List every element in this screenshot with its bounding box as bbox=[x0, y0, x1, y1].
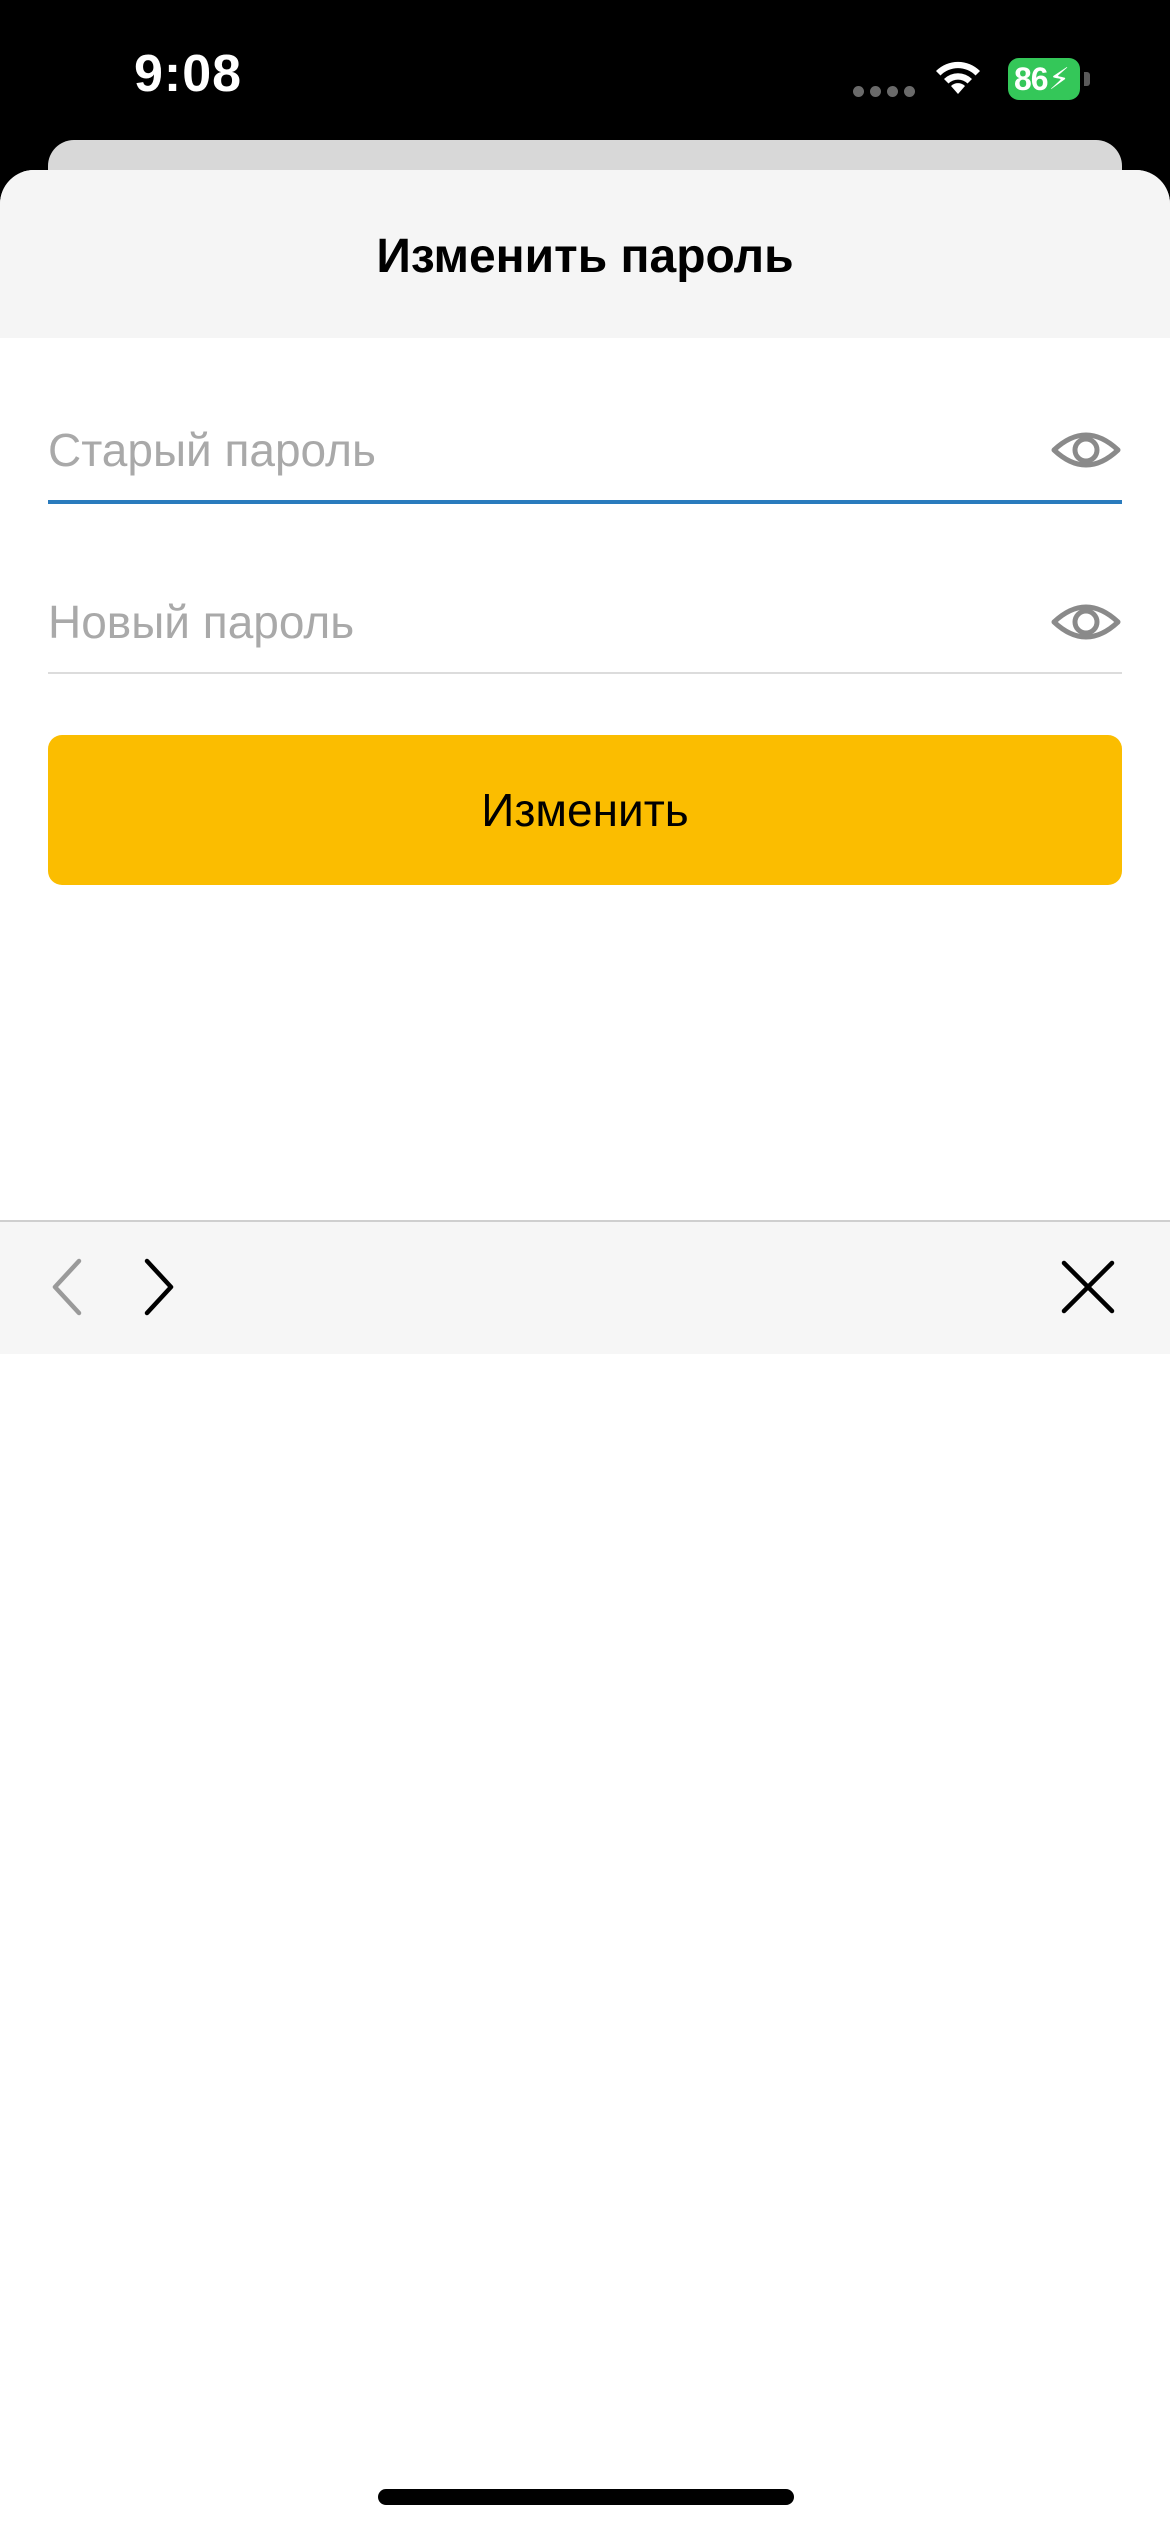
old-password-field bbox=[48, 400, 1122, 504]
status-time: 9:08 bbox=[134, 45, 243, 103]
new-password-field bbox=[48, 572, 1122, 674]
battery-level: 86 bbox=[1014, 60, 1049, 97]
change-password-button[interactable]: Изменить bbox=[48, 735, 1122, 885]
cellular-signal-icon bbox=[853, 86, 915, 97]
sheet-header: Изменить пароль bbox=[0, 170, 1170, 338]
battery-icon: 86 ⚡︎ bbox=[1008, 58, 1090, 100]
wifi-icon bbox=[936, 61, 980, 94]
previous-field-button[interactable] bbox=[32, 1252, 102, 1322]
new-password-input[interactable] bbox=[48, 582, 1050, 662]
chevron-right-icon bbox=[144, 1258, 174, 1316]
charging-bolt-icon: ⚡︎ bbox=[1048, 62, 1070, 96]
old-password-input[interactable] bbox=[48, 410, 1050, 490]
battery-cap bbox=[1084, 72, 1090, 86]
status-bar: 9:08 86 ⚡︎ bbox=[0, 0, 1170, 140]
close-keyboard-button[interactable] bbox=[1053, 1252, 1123, 1322]
page-title: Изменить пароль bbox=[376, 229, 794, 283]
close-icon bbox=[1061, 1260, 1115, 1314]
home-indicator[interactable] bbox=[378, 2489, 794, 2505]
battery-body: 86 ⚡︎ bbox=[1008, 58, 1080, 100]
eye-icon[interactable] bbox=[1050, 426, 1122, 474]
keyboard-accessory-toolbar bbox=[0, 1220, 1170, 1354]
next-field-button[interactable] bbox=[124, 1252, 194, 1322]
chevron-left-icon bbox=[52, 1258, 82, 1316]
eye-icon[interactable] bbox=[1050, 598, 1122, 646]
